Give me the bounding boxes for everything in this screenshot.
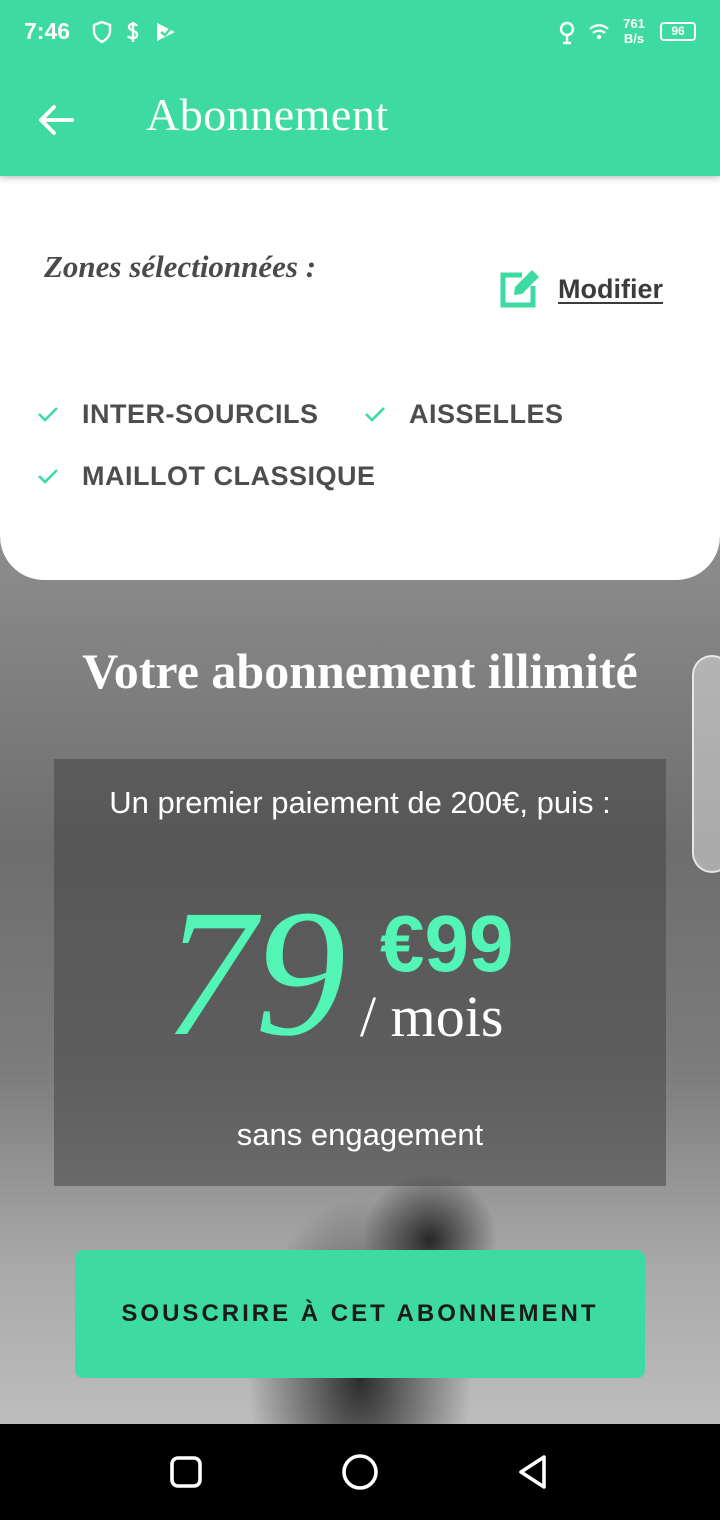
wifi-icon <box>589 24 609 40</box>
price-unit: / mois <box>360 984 504 1049</box>
shield-icon <box>92 20 112 44</box>
price-decimal: €99 <box>380 899 514 988</box>
home-circle-icon[interactable] <box>340 1452 380 1492</box>
check-icon <box>38 469 58 484</box>
network-speed: 761 B/s <box>612 16 656 46</box>
app-bar: 7:46 761 B/s 96 Abonnement <box>0 0 720 176</box>
network-speed-unit: B/s <box>623 31 645 46</box>
modify-label: Modifier <box>558 273 663 304</box>
battery-indicator: 96 <box>660 22 696 41</box>
zone-label: AISSELLES <box>409 398 564 429</box>
selected-zones-card: Zones sélectionnées : Modifier INTER-SOU… <box>0 160 720 580</box>
check-icon <box>38 407 58 422</box>
subscription-title: Votre abonnement illimité <box>82 643 638 699</box>
back-triangle-icon[interactable] <box>514 1452 554 1492</box>
commitment-text: sans engagement <box>236 1117 484 1152</box>
page-title: Abonnement <box>146 89 389 140</box>
zone-label: INTER-SOURCILS <box>82 398 319 429</box>
play-store-icon <box>157 23 175 41</box>
edit-icon <box>500 270 539 308</box>
recents-square-icon[interactable] <box>166 1452 206 1492</box>
check-icon <box>365 407 385 422</box>
status-bar: 7:46 761 B/s 96 <box>0 0 720 66</box>
zone-label: MAILLOT CLASSIQUE <box>82 460 376 491</box>
zone-item: INTER-SOURCILS <box>36 394 319 434</box>
back-arrow-icon[interactable] <box>36 100 76 140</box>
location-icon <box>559 21 575 45</box>
price-panel: Un premier paiement de 200€, puis : 79 €… <box>54 759 666 1186</box>
subscribe-button[interactable]: SOUSCRIRE À CET ABONNEMENT <box>75 1250 645 1378</box>
first-payment-text: Un premier paiement de 200€, puis : <box>109 785 611 820</box>
modify-button[interactable]: Modifier <box>498 266 678 312</box>
network-speed-value: 761 <box>623 16 645 31</box>
system-nav-bar <box>0 1424 720 1520</box>
zones-label: Zones sélectionnées : <box>44 249 317 284</box>
status-time: 7:46 <box>24 18 71 44</box>
zone-item: MAILLOT CLASSIQUE <box>36 456 376 496</box>
price-integer: 79 <box>164 873 346 1074</box>
dollar-icon <box>127 22 139 42</box>
zone-item: AISSELLES <box>363 394 564 434</box>
